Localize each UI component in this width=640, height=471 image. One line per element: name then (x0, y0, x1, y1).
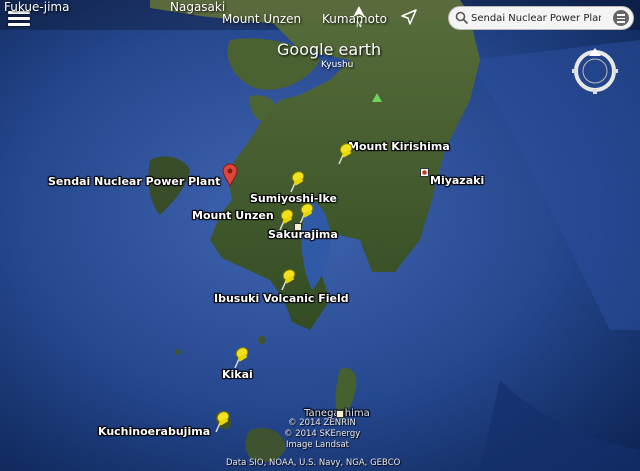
credit-landsat: Image Landsat (286, 440, 350, 450)
square-marker-icon (294, 223, 302, 231)
credit-data-sources: Data SIO, NOAA, U.S. Navy, NGA, GEBCO (226, 458, 401, 468)
mountain-marker-icon (372, 93, 382, 102)
yellow-pushpin-icon (338, 143, 353, 165)
region-label: Kyushu (321, 60, 354, 70)
label-sendai-nuclear-power-plant: Sendai Nuclear Power Plant (48, 175, 221, 188)
yellow-pushpin-icon (299, 203, 314, 225)
city-marker-icon (420, 168, 429, 177)
search-input[interactable] (471, 9, 601, 27)
credit-skenergy: © 2014 SKEnergy (284, 429, 361, 439)
compass-icon[interactable] (572, 48, 618, 94)
map-label-fukue-jima: Fukue-jima (4, 0, 70, 14)
map-label-mount-unzen-top: Mount Unzen (222, 12, 302, 26)
search-bar[interactable] (448, 6, 634, 30)
location-arrow-icon[interactable] (400, 8, 418, 26)
pushpin-kuchinoerabujima[interactable] (210, 408, 232, 434)
list-icon[interactable] (613, 10, 629, 26)
yellow-pushpin-icon (234, 347, 249, 369)
search-icon (455, 11, 469, 25)
google-earth-logo: Google earth Kyushu (277, 40, 382, 70)
label-mount-kirishima: Mount Kirishima (348, 140, 450, 153)
yellow-pushpin-icon (215, 411, 230, 433)
logo-text: Google earth (277, 40, 382, 59)
north-arrow-icon[interactable]: N (352, 6, 366, 28)
label-ibusuki-volcanic-field: Ibusuki Volcanic Field (214, 292, 349, 305)
red-marker-icon[interactable] (222, 163, 238, 187)
label-mount-unzen: Mount Unzen (192, 209, 274, 222)
pushpin-sumiyoshi-ike[interactable] (285, 168, 307, 194)
map-label-nagasaki: Nagasaki (170, 0, 226, 14)
pushpin-mount-unzen[interactable] (274, 206, 296, 232)
yellow-pushpin-icon (279, 209, 294, 231)
yellow-pushpin-icon (281, 269, 296, 291)
square-marker-icon (336, 410, 344, 418)
pushpin-ibusuki[interactable] (276, 266, 298, 292)
svg-text:N: N (356, 20, 362, 28)
yellow-pushpin-icon (290, 171, 305, 193)
label-miyazaki: Miyazaki (430, 174, 485, 187)
pushpin-mount-kirishima[interactable] (333, 140, 355, 166)
pushpin-kikai[interactable] (229, 344, 251, 370)
credit-zenrin: © 2014 ZENRIN (288, 418, 356, 428)
label-kuchinoerabujima: Kuchinoerabujima (98, 425, 211, 438)
